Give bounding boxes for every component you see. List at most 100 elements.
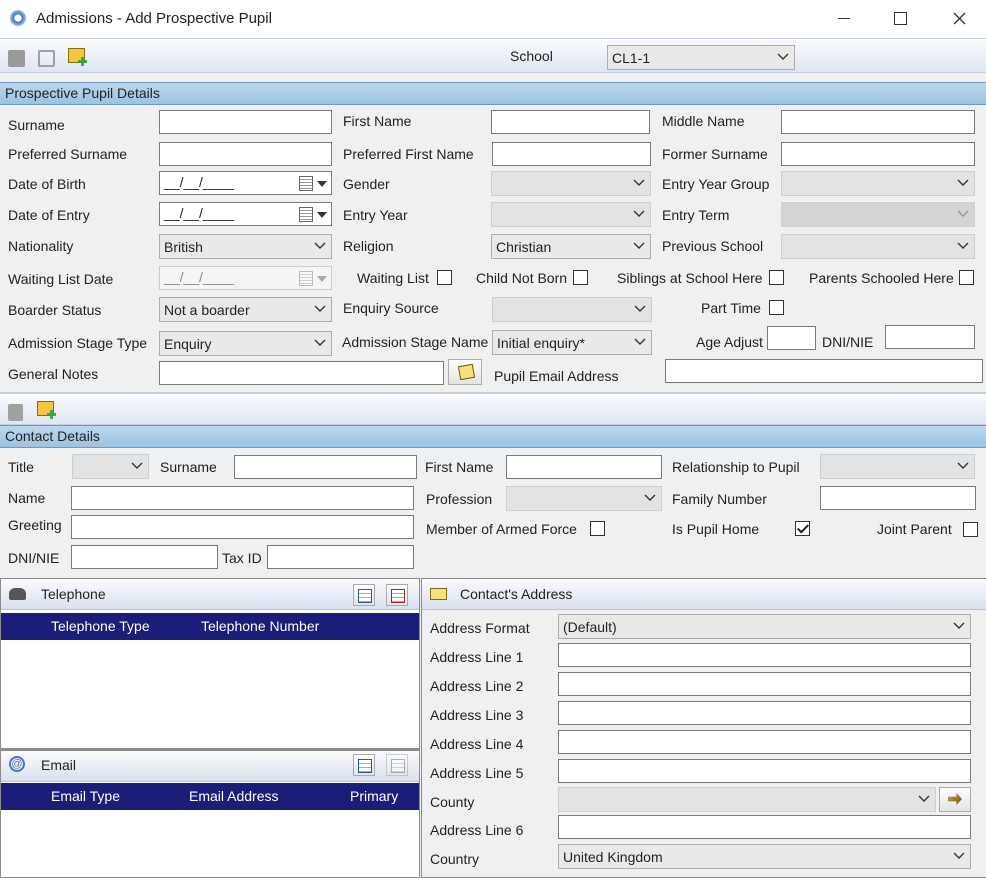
- dob-label: Date of Birth: [8, 176, 86, 192]
- relationship-select[interactable]: [820, 454, 975, 479]
- email-panel: @ Email Email Type Email Address Primary: [0, 749, 420, 878]
- contact-surname-input[interactable]: [234, 455, 417, 479]
- stage-name-label: Admission Stage Name: [342, 334, 489, 350]
- gender-label: Gender: [343, 176, 390, 192]
- add-telephone-button[interactable]: [353, 584, 375, 606]
- envelope-icon: [430, 588, 447, 600]
- contact-name-input[interactable]: [71, 486, 414, 510]
- religion-label: Religion: [343, 238, 394, 254]
- greeting-label: Greeting: [8, 517, 62, 533]
- add-email-button[interactable]: [353, 754, 375, 776]
- app-icon: [10, 10, 26, 26]
- delete-row-icon: [391, 759, 405, 773]
- maximize-button[interactable]: [894, 12, 907, 25]
- parents-schooled-checkbox[interactable]: [959, 270, 974, 285]
- nationality-select[interactable]: British: [159, 234, 332, 259]
- county-label: County: [430, 794, 475, 810]
- col-telephone-number[interactable]: Telephone Number: [201, 613, 319, 640]
- dob-date-picker[interactable]: __/__/____: [159, 171, 332, 195]
- entry-term-select: [781, 202, 975, 227]
- country-label: Country: [430, 851, 480, 867]
- profession-select[interactable]: [506, 486, 662, 511]
- family-number-input[interactable]: [820, 486, 976, 510]
- middle-name-input[interactable]: [781, 110, 975, 134]
- previous-school-select[interactable]: [781, 234, 975, 259]
- address-format-select[interactable]: (Default): [558, 614, 971, 639]
- county-select[interactable]: [558, 787, 936, 812]
- address-line6-input[interactable]: [558, 815, 971, 839]
- stage-type-label: Admission Stage Type: [8, 335, 148, 351]
- entry-year-group-select[interactable]: [781, 171, 975, 196]
- delete-telephone-button[interactable]: [386, 584, 408, 606]
- preferred-surname-input[interactable]: [159, 142, 332, 166]
- notes-edit-button[interactable]: [448, 359, 482, 385]
- entry-year-select[interactable]: [491, 202, 651, 227]
- delete-email-button: [386, 754, 408, 776]
- joint-parent-checkbox[interactable]: [963, 522, 978, 537]
- col-email-address[interactable]: Email Address: [189, 783, 278, 810]
- col-email-type[interactable]: Email Type: [51, 783, 120, 810]
- save-icon[interactable]: [8, 50, 25, 67]
- former-surname-input[interactable]: [781, 142, 975, 166]
- address-line5-input[interactable]: [558, 759, 971, 783]
- armed-force-checkbox[interactable]: [590, 521, 605, 536]
- greeting-input[interactable]: [71, 515, 414, 539]
- minimize-button[interactable]: [838, 18, 850, 19]
- undo-icon[interactable]: [38, 50, 55, 67]
- contact-first-name-input[interactable]: [506, 455, 662, 479]
- boarder-status-select[interactable]: Not a boarder: [159, 297, 332, 322]
- middle-name-label: Middle Name: [662, 113, 745, 129]
- telephone-icon: [9, 588, 26, 600]
- delete-row-icon: [391, 589, 405, 603]
- boarder-status-label: Boarder Status: [8, 302, 102, 318]
- address-line1-input[interactable]: [558, 643, 971, 667]
- parents-schooled-label: Parents Schooled Here: [809, 270, 954, 286]
- address-line4-input[interactable]: [558, 730, 971, 754]
- enquiry-source-select[interactable]: [492, 297, 652, 322]
- county-lookup-button[interactable]: [939, 787, 971, 812]
- address-line2-label: Address Line 2: [430, 678, 524, 694]
- pupil-email-label: Pupil Email Address: [494, 368, 619, 384]
- religion-select[interactable]: Christian: [491, 234, 651, 259]
- dni-nie-input[interactable]: [885, 325, 975, 349]
- add-contact-icon[interactable]: [37, 401, 56, 419]
- general-notes-input[interactable]: [159, 361, 444, 385]
- telephone-panel: Telephone Telephone Type Telephone Numbe…: [0, 578, 420, 749]
- first-name-input[interactable]: [491, 110, 650, 134]
- part-time-checkbox[interactable]: [769, 300, 784, 315]
- address-line3-input[interactable]: [558, 701, 971, 725]
- date-of-entry-picker[interactable]: __/__/____: [159, 202, 332, 226]
- child-not-born-checkbox[interactable]: [573, 270, 588, 285]
- contact-toolbar: [0, 392, 986, 425]
- col-email-primary[interactable]: Primary: [350, 783, 398, 810]
- armed-force-label: Member of Armed Force: [426, 521, 577, 537]
- telephone-title: Telephone: [41, 586, 106, 602]
- date-of-entry-label: Date of Entry: [8, 207, 90, 223]
- entry-year-group-label: Entry Year Group: [662, 176, 770, 192]
- add-note-icon[interactable]: [68, 48, 87, 66]
- contact-dni-input[interactable]: [71, 545, 218, 569]
- is-pupil-home-checkbox[interactable]: [795, 521, 810, 536]
- tax-id-input[interactable]: [267, 545, 414, 569]
- age-adjust-input[interactable]: [767, 326, 816, 350]
- tax-id-label: Tax ID: [222, 550, 262, 566]
- waiting-list-checkbox[interactable]: [437, 270, 452, 285]
- general-notes-label: General Notes: [8, 366, 99, 382]
- pupil-section-header: Prospective Pupil Details: [0, 82, 986, 105]
- pupil-email-input[interactable]: [665, 359, 983, 383]
- contact-section-header: Contact Details: [0, 425, 986, 448]
- stage-name-select[interactable]: Initial enquiry*: [492, 330, 652, 355]
- siblings-checkbox[interactable]: [769, 270, 784, 285]
- gender-select[interactable]: [491, 171, 651, 196]
- address-line2-input[interactable]: [558, 672, 971, 696]
- close-button[interactable]: [953, 12, 966, 25]
- preferred-first-name-input[interactable]: [492, 142, 651, 166]
- col-telephone-type[interactable]: Telephone Type: [51, 613, 150, 640]
- clipboard-icon[interactable]: [8, 404, 23, 421]
- school-select[interactable]: CL1-1: [607, 45, 795, 70]
- country-select[interactable]: United Kingdom: [558, 844, 971, 869]
- contact-title-select[interactable]: [72, 454, 149, 479]
- stage-type-select[interactable]: Enquiry: [159, 331, 332, 356]
- surname-input[interactable]: [159, 110, 332, 134]
- previous-school-label: Previous School: [662, 238, 764, 254]
